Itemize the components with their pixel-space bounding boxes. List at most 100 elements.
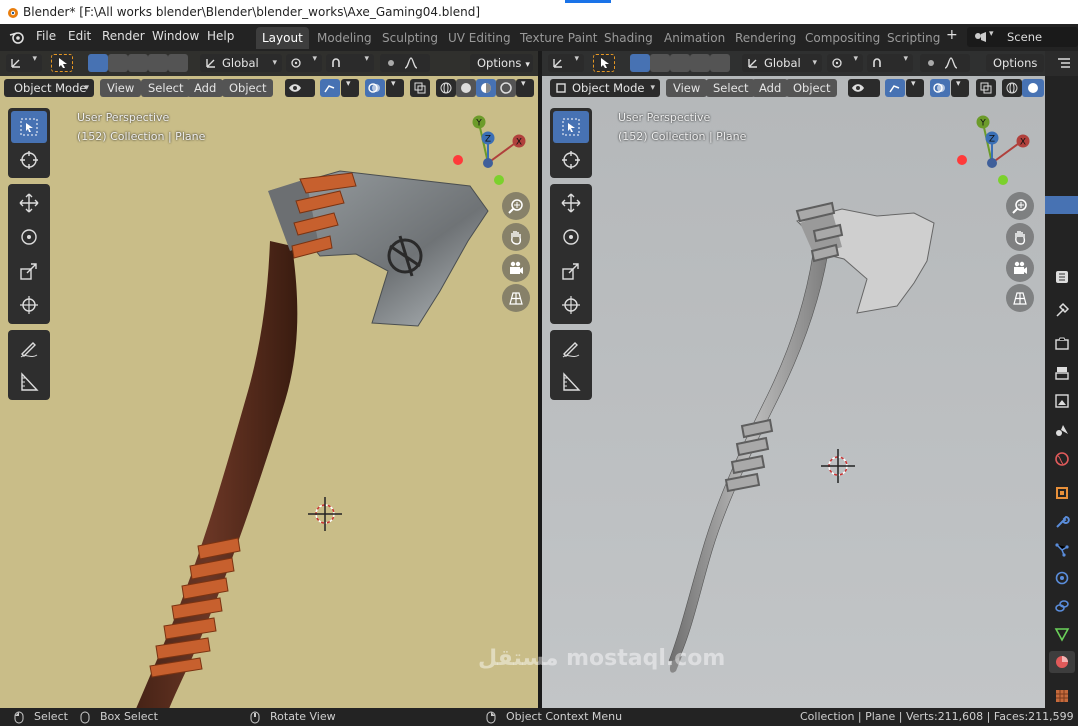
menu-window[interactable]: Window [152, 29, 199, 43]
pivot-point-button[interactable]: ▾ [286, 54, 322, 72]
tab-compositing[interactable]: Compositing [799, 27, 886, 49]
scene-properties-icon[interactable] [1054, 422, 1070, 438]
select-new-button[interactable] [88, 54, 108, 72]
shading-wireframe-button[interactable] [436, 79, 456, 97]
proportional-edit-button[interactable] [380, 54, 430, 72]
menu-view[interactable]: View [666, 79, 708, 97]
select-subtract-button[interactable] [128, 54, 148, 72]
select-extend-button[interactable] [108, 54, 128, 72]
snap-button[interactable]: ▾ [326, 54, 374, 72]
menu-view[interactable]: View [100, 79, 142, 97]
view-layer-icon[interactable] [1054, 393, 1070, 409]
tab-uv-editing[interactable]: UV Editing [442, 27, 517, 49]
ortho-toggle-button[interactable] [502, 284, 530, 312]
mode-select[interactable]: Object Mode ▾ [550, 79, 660, 97]
options-button[interactable]: Options ▾ [470, 54, 533, 72]
overlays-dropdown[interactable]: ▾ [386, 79, 404, 97]
overlays-dropdown[interactable]: ▾ [951, 79, 969, 97]
navigation-gizmo[interactable]: Y Z X [954, 111, 1034, 191]
pivot-point-button[interactable]: ▾ [827, 54, 863, 72]
texture-icon[interactable] [1054, 688, 1070, 704]
select-invert-button[interactable] [148, 54, 168, 72]
menu-help[interactable]: Help [207, 29, 234, 43]
physics-icon[interactable] [1054, 570, 1070, 586]
render-properties-icon[interactable] [1054, 336, 1070, 352]
snap-button[interactable]: ▾ [867, 54, 913, 72]
gizmo-neg-x[interactable] [453, 155, 463, 165]
viewport-left[interactable]: ▾ Global ▾ ▾ ▾ Options ▾ Object Mode ▾ V… [0, 51, 538, 708]
tool-measure[interactable] [11, 366, 47, 398]
shading-wireframe-button[interactable] [1002, 79, 1022, 97]
tab-sculpting[interactable]: Sculpting [376, 27, 444, 49]
gizmo-neg-y[interactable] [998, 175, 1008, 185]
menu-render[interactable]: Render [102, 29, 145, 43]
gizmo-neg-z[interactable] [987, 158, 997, 168]
world-icon[interactable] [1054, 451, 1070, 467]
zoom-button[interactable] [502, 192, 530, 220]
overlays-toggle-button[interactable] [930, 79, 950, 97]
tool-move[interactable] [553, 187, 589, 219]
tool-rotate[interactable] [553, 221, 589, 253]
camera-view-button[interactable] [1006, 254, 1034, 282]
xray-toggle-button[interactable] [976, 79, 996, 97]
tool-annotate[interactable] [553, 333, 589, 365]
outliner-selected-row[interactable] [1045, 196, 1078, 214]
menu-select[interactable]: Select [141, 79, 191, 97]
object-properties-icon[interactable] [1054, 485, 1070, 501]
tab-layout[interactable]: Layout [256, 27, 309, 49]
tool-settings-icon[interactable] [1054, 302, 1070, 318]
select-extend-button[interactable] [650, 54, 670, 72]
editor-type-button[interactable]: ▾ [548, 54, 584, 72]
menu-object[interactable]: Object [786, 79, 838, 97]
tab-shading[interactable]: Shading [598, 27, 659, 49]
gizmo-toggle-button[interactable] [320, 79, 340, 97]
select-subtract-button[interactable] [670, 54, 690, 72]
menu-file[interactable]: File [36, 29, 56, 43]
tool-scale[interactable] [553, 255, 589, 287]
scene-selector[interactable]: ▾ Scene [967, 27, 1078, 47]
tool-select-box[interactable] [11, 111, 47, 143]
particles-icon[interactable] [1054, 542, 1070, 558]
transform-orientation-select[interactable]: Global ▾ [200, 54, 282, 72]
material-tab[interactable] [1049, 651, 1075, 673]
menu-select[interactable]: Select [706, 79, 756, 97]
ortho-toggle-button[interactable] [1006, 284, 1034, 312]
tool-transform[interactable] [553, 289, 589, 321]
proportional-edit-button[interactable] [920, 54, 970, 72]
modifier-wrench-icon[interactable] [1054, 514, 1070, 530]
tool-move[interactable] [11, 187, 47, 219]
tool-cursor[interactable] [553, 144, 589, 176]
menu-add[interactable]: Add [752, 79, 789, 97]
zoom-button[interactable] [1006, 192, 1034, 220]
blender-menu-icon[interactable] [9, 29, 25, 45]
shading-rendered-button[interactable] [496, 79, 516, 97]
menu-add[interactable]: Add [187, 79, 224, 97]
properties-editor-icon[interactable] [1054, 269, 1070, 285]
xray-toggle-button[interactable] [410, 79, 430, 97]
tab-texture-paint[interactable]: Texture Paint [514, 27, 603, 49]
outliner-icon[interactable] [1057, 57, 1071, 69]
gizmo-dropdown[interactable]: ▾ [341, 79, 359, 97]
shading-solid-button[interactable] [456, 79, 476, 97]
select-mode-button[interactable] [51, 54, 73, 72]
select-new-button[interactable] [630, 54, 650, 72]
tab-modeling[interactable]: Modeling [311, 27, 378, 49]
select-intersect-button[interactable] [168, 54, 188, 72]
shading-solid-button[interactable] [1022, 79, 1044, 97]
tab-rendering[interactable]: Rendering [729, 27, 802, 49]
visibility-button[interactable] [848, 79, 880, 97]
camera-view-button[interactable] [502, 254, 530, 282]
tool-cursor[interactable] [11, 144, 47, 176]
tab-animation[interactable]: Animation [658, 27, 731, 49]
menu-object[interactable]: Object [222, 79, 274, 97]
options-button[interactable]: Options [986, 54, 1044, 72]
gizmo-dropdown[interactable]: ▾ [906, 79, 924, 97]
pan-button[interactable] [1006, 223, 1034, 251]
shading-dropdown[interactable]: ▾ [516, 79, 534, 97]
shading-material-button[interactable] [476, 79, 496, 97]
tool-rotate[interactable] [11, 221, 47, 253]
gizmo-toggle-button[interactable] [885, 79, 905, 97]
select-mode-button[interactable] [593, 54, 615, 72]
select-invert-button[interactable] [690, 54, 710, 72]
editor-type-button[interactable]: ▾ [6, 54, 42, 72]
